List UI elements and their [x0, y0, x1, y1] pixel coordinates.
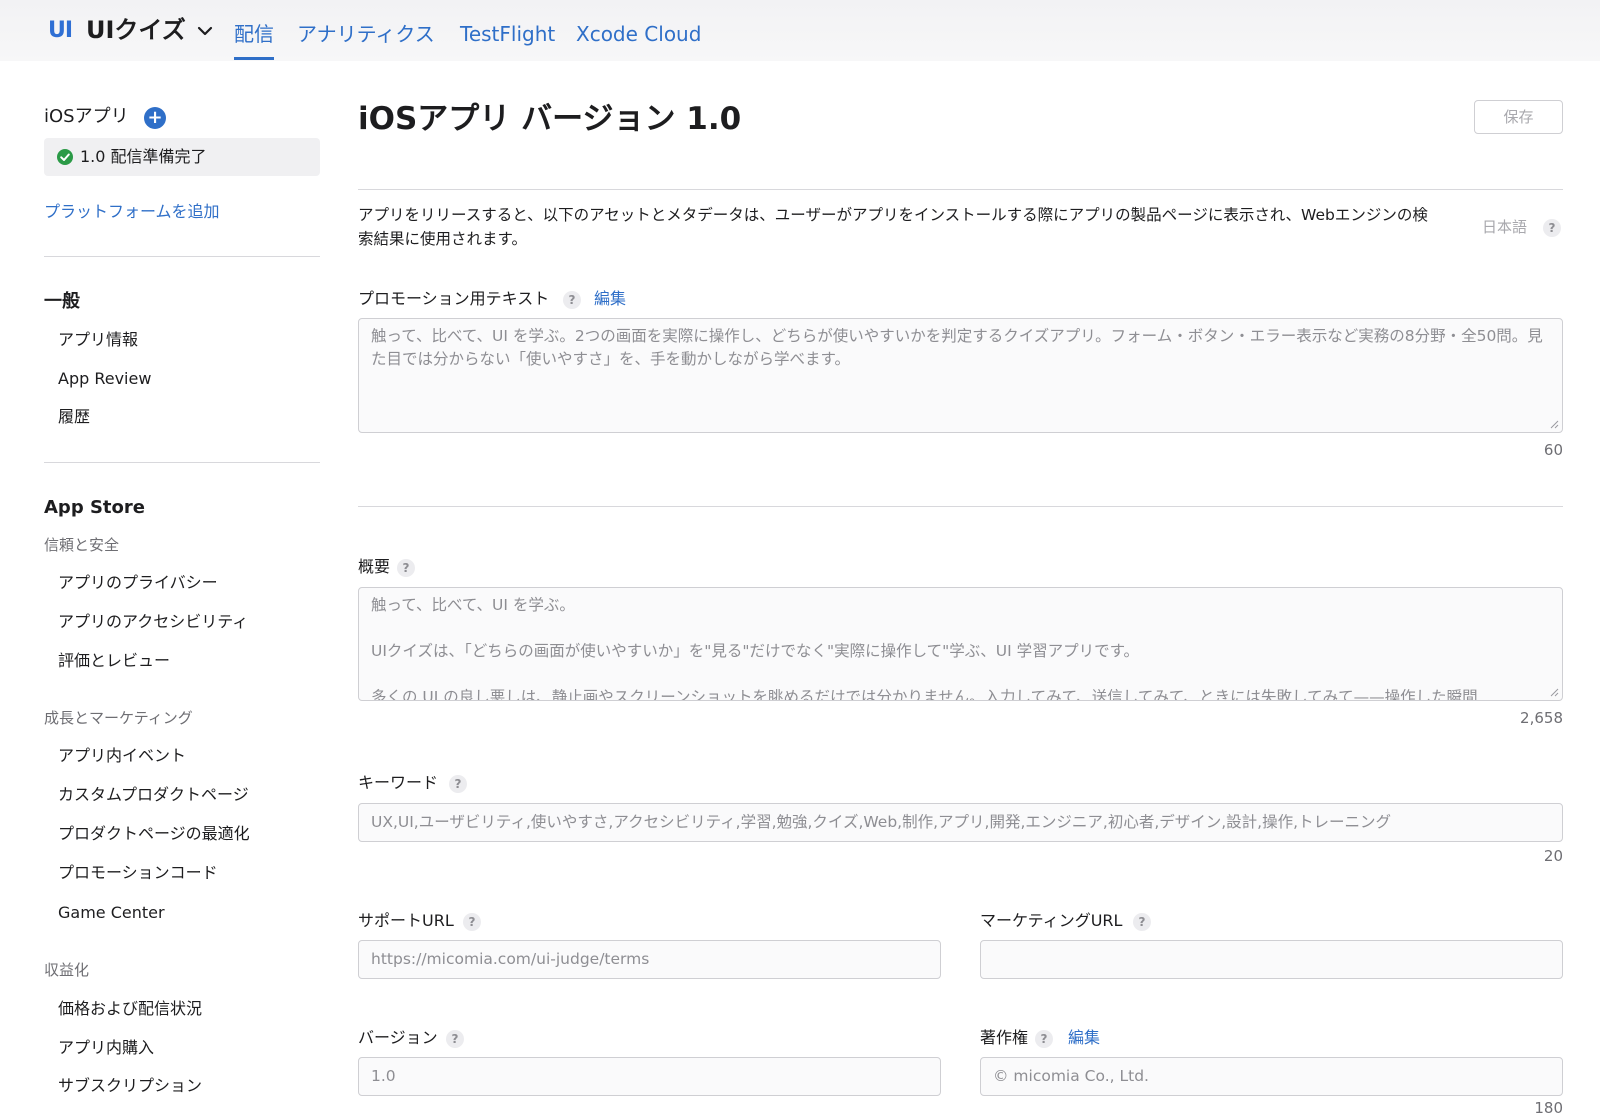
sidebar-section-app-store: App Store — [44, 497, 145, 518]
version-input[interactable]: 1.0 — [358, 1057, 941, 1096]
sidebar-item-in-app-events[interactable]: アプリ内イベント — [58, 745, 186, 767]
tab-distribution[interactable]: 配信 — [234, 20, 274, 48]
active-tab-indicator — [234, 57, 274, 60]
marketing-url-label: マーケティングURL — [980, 911, 1123, 930]
help-icon[interactable]: ? — [449, 775, 467, 793]
keywords-value: UX,UI,ユーザビリティ,使いやすさ,アクセシビリティ,学習,勉強,クイズ,W… — [371, 813, 1392, 831]
top-navigation-bar: UI UIクイズ 配信 アナリティクス TestFlight Xcode Clo… — [0, 0, 1600, 61]
sidebar-group-growth-marketing: 成長とマーケティング — [44, 709, 193, 727]
tab-testflight[interactable]: TestFlight — [460, 20, 555, 48]
tab-analytics[interactable]: アナリティクス — [297, 20, 435, 48]
support-url-value: https://micomia.com/ui-judge/terms — [371, 950, 650, 968]
help-icon[interactable]: ? — [1543, 219, 1561, 237]
copyright-label: 著作権 — [980, 1028, 1029, 1047]
sidebar-section-general: 一般 — [44, 291, 80, 312]
promo-edit-link[interactable]: 編集 — [594, 288, 626, 310]
help-icon[interactable]: ? — [463, 913, 481, 931]
platform-title: iOSアプリ — [44, 106, 129, 127]
sidebar-group-trust-safety: 信頼と安全 — [44, 536, 120, 554]
sidebar-item-accessibility[interactable]: アプリのアクセシビリティ — [58, 611, 248, 633]
sidebar-item-app-review[interactable]: App Review — [58, 368, 151, 390]
app-switcher[interactable]: UIクイズ — [86, 14, 186, 46]
add-platform-link[interactable]: プラットフォームを追加 — [44, 201, 220, 223]
marketing-url-input[interactable] — [980, 940, 1563, 979]
keywords-char-count: 20 — [1543, 847, 1563, 865]
version-status-label: 1.0 配信準備完了 — [80, 147, 207, 166]
sidebar-item-ratings-reviews[interactable]: 評価とレビュー — [58, 650, 170, 672]
keywords-label: キーワード — [358, 773, 439, 792]
version-value: 1.0 — [371, 1067, 396, 1085]
sidebar-group-monetization: 収益化 — [44, 961, 90, 979]
sidebar-item-in-app-purchases[interactable]: アプリ内購入 — [58, 1037, 154, 1059]
promo-text-value: 触って、比べて、UI を学ぶ。2つの画面を実際に操作し、どちらが使いやすいかを判… — [371, 327, 1543, 368]
language-selector[interactable]: 日本語 — [1482, 216, 1527, 238]
main-divider — [358, 189, 1563, 190]
chevron-down-icon[interactable] — [197, 24, 213, 38]
help-icon[interactable]: ? — [397, 559, 415, 577]
version-label: バージョン — [358, 1028, 438, 1047]
sidebar-item-promo-codes[interactable]: プロモーションコード — [58, 862, 218, 884]
resize-handle-icon[interactable] — [1550, 688, 1559, 697]
help-icon[interactable]: ? — [1133, 913, 1151, 931]
add-platform-plus-icon[interactable]: + — [144, 107, 166, 129]
resize-handle-icon[interactable] — [1550, 420, 1559, 429]
copyright-char-count: 180 — [1534, 1099, 1563, 1117]
help-icon[interactable]: ? — [563, 291, 581, 309]
sidebar-item-custom-product-pages[interactable]: カスタムプロダクトページ — [58, 784, 249, 806]
help-icon[interactable]: ? — [1035, 1030, 1053, 1048]
sidebar-item-product-page-optimization[interactable]: プロダクトページの最適化 — [58, 823, 250, 845]
checkmark-circle-icon — [57, 149, 73, 165]
promo-text-field[interactable]: 触って、比べて、UI を学ぶ。2つの画面を実際に操作し、どちらが使いやすいかを判… — [358, 318, 1563, 433]
promo-text-label: プロモーション用テキスト — [358, 289, 550, 308]
save-button[interactable]: 保存 — [1474, 100, 1563, 134]
sidebar-item-subscriptions[interactable]: サブスクリプション — [58, 1075, 202, 1097]
copyright-edit-link[interactable]: 編集 — [1068, 1027, 1100, 1049]
description-field[interactable]: 触って、比べて、UI を学ぶ。 UIクイズは、「どちらの画面が使いやすいか」を"… — [358, 587, 1563, 701]
tab-xcode-cloud[interactable]: Xcode Cloud — [576, 20, 701, 48]
description-label: 概要 — [358, 557, 391, 576]
intro-text: アプリをリリースすると、以下のアセットとメタデータは、ユーザーがアプリをインスト… — [358, 206, 1428, 248]
sidebar-item-pricing-availability[interactable]: 価格および配信状況 — [58, 998, 202, 1020]
sidebar-item-history[interactable]: 履歴 — [58, 406, 90, 428]
sidebar-item-app-info[interactable]: アプリ情報 — [58, 329, 138, 351]
help-icon[interactable]: ? — [446, 1030, 464, 1048]
main-divider — [358, 506, 1563, 507]
promo-char-count: 60 — [1543, 441, 1563, 459]
support-url-input[interactable]: https://micomia.com/ui-judge/terms — [358, 940, 941, 979]
sidebar-item-privacy[interactable]: アプリのプライバシー — [58, 572, 218, 594]
copyright-input[interactable]: © micomia Co., Ltd. — [980, 1057, 1563, 1096]
sidebar-item-game-center[interactable]: Game Center — [58, 902, 165, 924]
support-url-label: サポートURL — [358, 911, 454, 930]
sidebar-divider — [44, 256, 320, 257]
description-value: 触って、比べて、UI を学ぶ。 UIクイズは、「どちらの画面が使いやすいか」を"… — [371, 596, 1478, 701]
copyright-value: © micomia Co., Ltd. — [993, 1067, 1149, 1085]
sidebar-divider — [44, 462, 320, 463]
sidebar-item-version[interactable]: 1.0 配信準備完了 — [44, 138, 320, 176]
description-char-count: 2,658 — [1520, 709, 1563, 727]
page-title: iOSアプリ バージョン 1.0 — [358, 101, 742, 137]
keywords-input[interactable]: UX,UI,ユーザビリティ,使いやすさ,アクセシビリティ,学習,勉強,クイズ,W… — [358, 803, 1563, 842]
app-logo-icon: UI — [48, 18, 73, 43]
